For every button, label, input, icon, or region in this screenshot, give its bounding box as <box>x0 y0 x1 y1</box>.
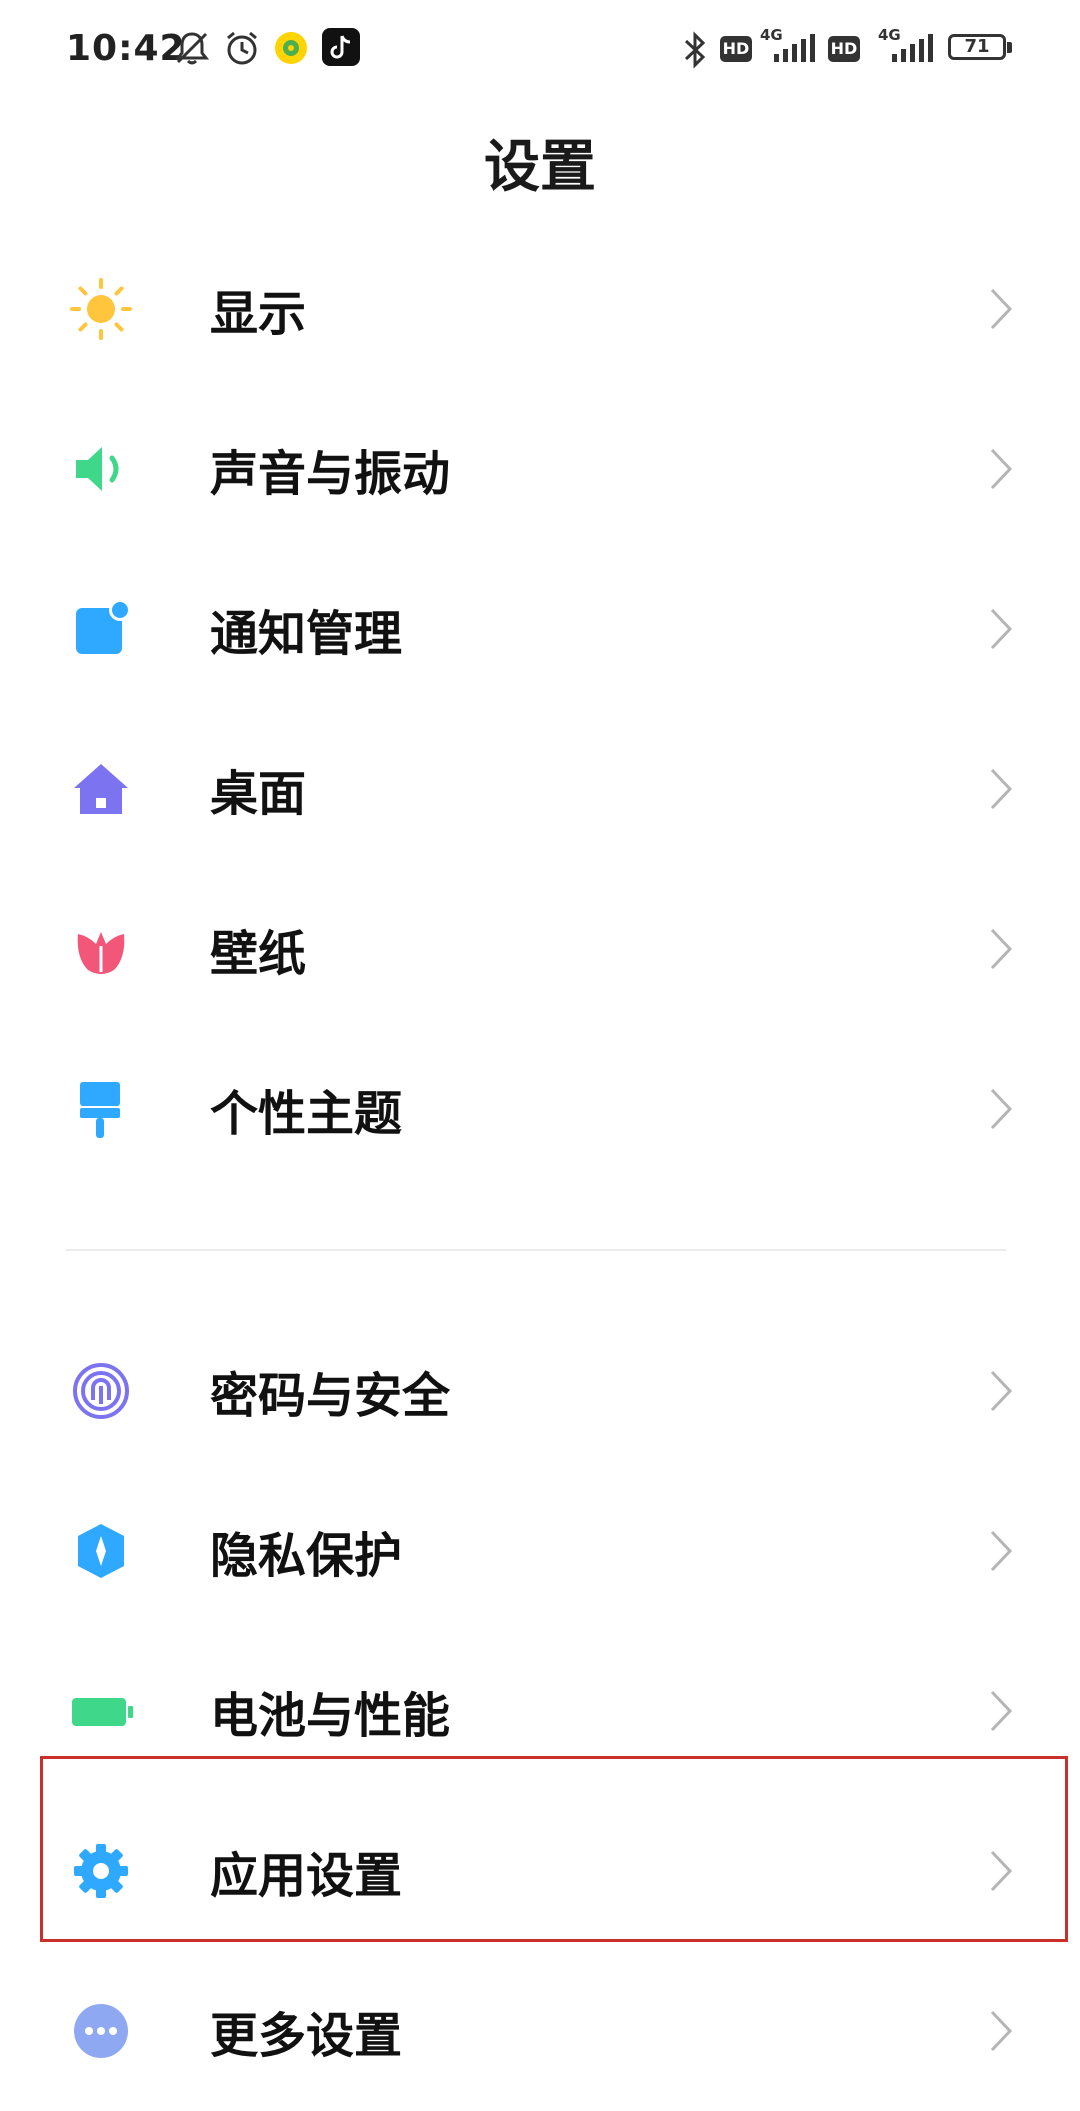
sun-icon <box>66 274 136 344</box>
battery-level: 71 <box>964 36 990 57</box>
settings-item-label: 桌面 <box>210 766 307 822</box>
paintbrush-icon <box>66 1074 136 1144</box>
settings-item-label: 电池与性能 <box>210 1688 451 1744</box>
chevron-right-icon <box>988 1688 1014 1734</box>
more-dots-icon <box>66 1996 136 2066</box>
tulip-icon <box>66 914 136 984</box>
settings-item-label: 通知管理 <box>210 606 403 662</box>
settings-item-wallpaper[interactable]: 壁纸 <box>0 869 1080 1029</box>
hd-badge: HD <box>720 36 752 62</box>
chevron-right-icon <box>988 1848 1014 1894</box>
settings-item-privacy[interactable]: 隐私保护 <box>0 1471 1080 1631</box>
signal-icon <box>770 34 816 64</box>
fingerprint-icon <box>66 1356 136 1426</box>
signal-icon <box>888 34 934 64</box>
settings-item-label: 个性主题 <box>210 1086 403 1142</box>
settings-item-app-settings[interactable]: 应用设置 <box>0 1791 1080 1951</box>
settings-item-label: 声音与振动 <box>210 446 451 502</box>
chevron-right-icon <box>988 2008 1014 2054</box>
privacy-shield-icon <box>66 1516 136 1586</box>
battery-icon: 71 <box>948 34 1016 64</box>
chevron-right-icon <box>988 926 1014 972</box>
chevron-right-icon <box>988 1528 1014 1574</box>
status-time: 10:42 <box>66 28 186 69</box>
chevron-right-icon <box>988 606 1014 652</box>
settings-item-battery-performance[interactable]: 电池与性能 <box>0 1631 1080 1791</box>
tiktok-icon <box>322 28 360 66</box>
settings-item-label: 隐私保护 <box>210 1528 403 1584</box>
settings-item-password-security[interactable]: 密码与安全 <box>0 1311 1080 1471</box>
settings-item-label: 密码与安全 <box>210 1368 451 1424</box>
settings-item-display[interactable]: 显示 <box>0 229 1080 389</box>
settings-item-theme[interactable]: 个性主题 <box>0 1029 1080 1189</box>
bluetooth-icon <box>682 30 708 70</box>
settings-item-label: 显示 <box>210 286 307 342</box>
status-bar: 10:42 HD 4G HD 4G 71 <box>0 0 1080 100</box>
settings-item-label: 壁纸 <box>210 926 307 982</box>
chevron-right-icon <box>988 286 1014 332</box>
settings-item-sound-vibration[interactable]: 声音与振动 <box>0 389 1080 549</box>
section-divider <box>66 1249 1006 1251</box>
notification-icon <box>66 594 136 664</box>
chevron-right-icon <box>988 1086 1014 1132</box>
battery-icon <box>66 1676 136 1746</box>
app-notification-icon <box>273 30 309 66</box>
gear-icon <box>66 1836 136 1906</box>
chevron-right-icon <box>988 1368 1014 1414</box>
hd-badge: HD <box>828 36 860 62</box>
home-icon <box>66 754 136 824</box>
page-title: 设置 <box>484 135 596 200</box>
settings-item-desktop[interactable]: 桌面 <box>0 709 1080 869</box>
settings-item-label: 更多设置 <box>210 2008 403 2064</box>
settings-item-notifications[interactable]: 通知管理 <box>0 549 1080 709</box>
alarm-icon <box>222 28 262 68</box>
speaker-icon <box>66 434 136 504</box>
settings-item-label: 应用设置 <box>210 1848 403 1904</box>
chevron-right-icon <box>988 446 1014 492</box>
chevron-right-icon <box>988 766 1014 812</box>
settings-item-more-settings[interactable]: 更多设置 <box>0 1951 1080 2111</box>
mute-icon <box>172 28 212 68</box>
